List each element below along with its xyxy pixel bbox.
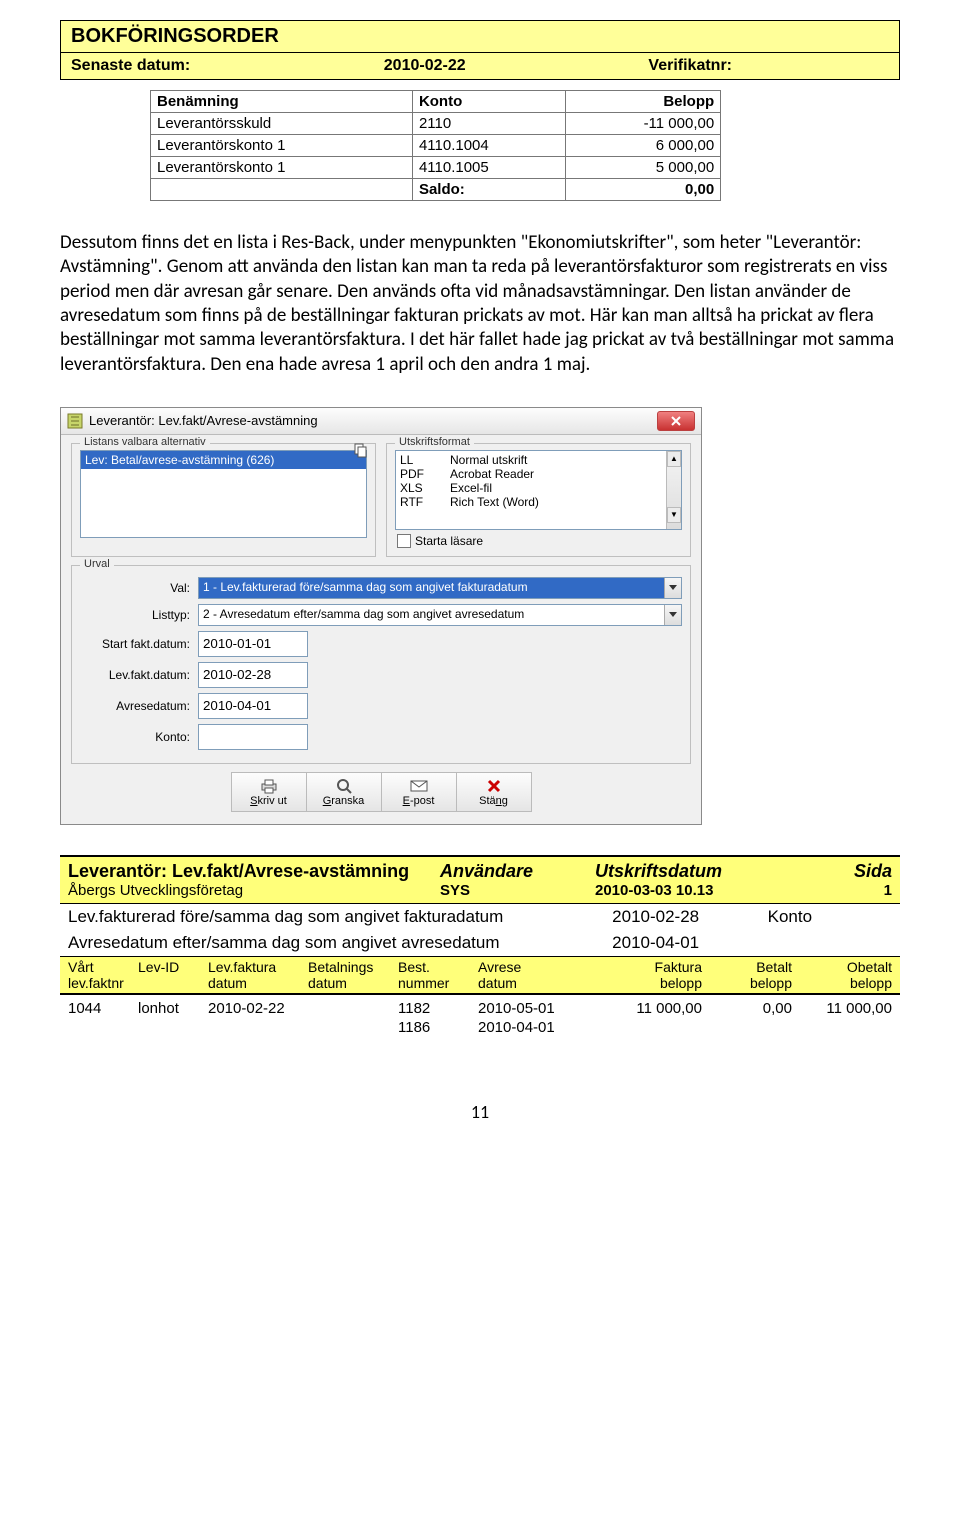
- page-number: 11: [60, 1101, 900, 1123]
- report-header: Leverantör: Lev.fakt/Avrese-avstämning A…: [60, 855, 900, 904]
- report-title: Leverantör: Lev.fakt/Avrese-avstämning: [68, 861, 440, 882]
- legend-format: Utskriftsformat: [395, 436, 474, 448]
- email-button[interactable]: E-post: [382, 772, 457, 812]
- list-item[interactable]: XLSExcel-fil: [400, 481, 667, 495]
- filter1-text: Lev.fakturerad före/samma dag som angive…: [68, 907, 612, 927]
- val-value: 1 - Lev.fakturerad före/samma dag som an…: [199, 578, 664, 598]
- legend-urval: Urval: [80, 558, 114, 570]
- chevron-down-icon[interactable]: [664, 578, 681, 598]
- body-paragraph: Dessutom finns det en lista i Res-Back, …: [60, 231, 900, 377]
- listtyp-combo[interactable]: 2 - Avresedatum efter/samma dag som angi…: [198, 604, 682, 626]
- report-company: Åbergs Utvecklingsföretag: [68, 882, 440, 899]
- scroll-up-icon[interactable]: ▲: [667, 451, 681, 467]
- printer-icon: [260, 777, 278, 795]
- format-listbox[interactable]: LLNormal utskriftPDFAcrobat ReaderXLSExc…: [395, 450, 682, 530]
- report-page-label: Sida: [812, 861, 892, 882]
- startdate-input[interactable]: [198, 631, 308, 657]
- list-item[interactable]: Lev: Betal/avrese-avstämning (626): [81, 451, 366, 469]
- report-filter-2: Avresedatum efter/samma dag som angivet …: [60, 930, 900, 956]
- report-data: 1044lonhot2010-02-2211822010-05-0111 000…: [60, 995, 900, 1041]
- group-urval: Urval Val: 1 - Lev.fakturerad före/samma…: [71, 565, 691, 764]
- report-date: 2010-03-03 10.13: [595, 882, 812, 899]
- voucher-title: BOKFÖRINGSORDER: [71, 25, 384, 48]
- report-page: 1: [812, 882, 892, 899]
- dialog-titlebar: Leverantör: Lev.fakt/Avrese-avstämning: [61, 408, 701, 435]
- close-button[interactable]: Stäng: [457, 772, 532, 812]
- report-date-label: Utskriftsdatum: [595, 861, 812, 882]
- avresedate-input[interactable]: [198, 693, 308, 719]
- mail-icon: [410, 777, 428, 795]
- table-row: Leverantörsskuld2110-11 000,00: [151, 113, 721, 135]
- startdate-label: Start fakt.datum:: [80, 637, 198, 651]
- avresedate-label: Avresedatum:: [80, 699, 198, 713]
- list-item[interactable]: LLNormal utskrift: [400, 453, 667, 467]
- report-user: SYS: [440, 882, 595, 899]
- ledger-table: Benämning Konto Belopp Leverantörsskuld2…: [150, 90, 721, 201]
- listtyp-label: Listtyp:: [80, 608, 198, 622]
- print-button[interactable]: SSkriv utkriv ut: [231, 772, 307, 812]
- table-row: 1044lonhot2010-02-2211822010-05-0111 000…: [68, 999, 892, 1018]
- filter2-val: 2010-04-01: [612, 933, 767, 953]
- levdate-label: Lev.fakt.datum:: [80, 668, 198, 682]
- filter1-val: 2010-02-28: [612, 907, 767, 927]
- x-icon: [487, 777, 501, 795]
- copy-icon[interactable]: [353, 442, 369, 458]
- dialog-title: Leverantör: Lev.fakt/Avrese-avstämning: [89, 413, 318, 428]
- start-reader-checkbox[interactable]: Starta läsare: [395, 534, 682, 548]
- listtyp-value: 2 - Avresedatum efter/samma dag som angi…: [199, 605, 664, 625]
- scrollbar[interactable]: ▲ ▼: [666, 451, 681, 529]
- print-dialog: Leverantör: Lev.fakt/Avrese-avstämning L…: [60, 407, 702, 825]
- filter1-konto: Konto: [768, 907, 892, 927]
- table-row: Leverantörskonto 14110.10055 000,00: [151, 157, 721, 179]
- app-icon: [67, 413, 83, 429]
- close-icon[interactable]: [657, 411, 695, 431]
- report: Leverantör: Lev.fakt/Avrese-avstämning A…: [60, 855, 900, 1041]
- filter2-text: Avresedatum efter/samma dag som angivet …: [68, 933, 612, 953]
- col-name: Benämning: [151, 91, 413, 113]
- report-user-label: Användare: [440, 861, 595, 882]
- col-konto: Konto: [412, 91, 565, 113]
- voucher-header: BOKFÖRINGSORDER Senaste datum: 2010-02-2…: [60, 20, 900, 80]
- list-item[interactable]: RTFRich Text (Word): [400, 495, 667, 509]
- checkbox-icon[interactable]: [397, 534, 411, 548]
- start-reader-label: Starta läsare: [415, 534, 483, 548]
- verif-label: Verifikatnr:: [648, 57, 889, 75]
- scroll-down-icon[interactable]: ▼: [667, 507, 681, 523]
- chevron-down-icon[interactable]: [664, 605, 681, 625]
- latest-date-label: Senaste datum:: [71, 57, 384, 75]
- levdate-input[interactable]: [198, 662, 308, 688]
- list-item[interactable]: PDFAcrobat Reader: [400, 467, 667, 481]
- preview-button[interactable]: Granska: [307, 772, 382, 812]
- table-row: 11862010-04-01: [68, 1018, 892, 1037]
- col-belopp: Belopp: [566, 91, 721, 113]
- group-list-options: Listans valbara alternativ Lev: Betal/av…: [71, 443, 376, 557]
- group-formats: Utskriftsformat LLNormal utskriftPDFAcro…: [386, 443, 691, 557]
- legend-list: Listans valbara alternativ: [80, 436, 210, 448]
- val-combo[interactable]: 1 - Lev.fakturerad före/samma dag som an…: [198, 577, 682, 599]
- report-columns: Vårtlev.faktnr Lev-ID Lev.fakturadatum B…: [60, 956, 900, 995]
- report-filter-1: Lev.fakturerad före/samma dag som angive…: [60, 904, 900, 930]
- konto-input[interactable]: [198, 724, 308, 750]
- magnifier-icon: [336, 777, 352, 795]
- table-row: Leverantörskonto 14110.10046 000,00: [151, 135, 721, 157]
- report-listbox[interactable]: Lev: Betal/avrese-avstämning (626): [80, 450, 367, 538]
- val-label: Val:: [80, 581, 198, 595]
- latest-date-value: 2010-02-22: [384, 57, 649, 75]
- konto-label: Konto:: [80, 730, 198, 744]
